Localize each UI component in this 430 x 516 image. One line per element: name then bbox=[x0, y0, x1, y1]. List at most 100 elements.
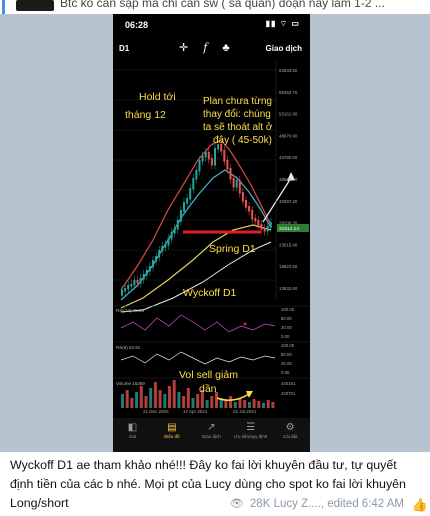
nav-label: Biểu đồ bbox=[164, 434, 180, 439]
nav-item-chart[interactable]: ▤ Biểu đồ bbox=[152, 422, 191, 439]
nav-label: Giá bbox=[128, 434, 136, 439]
plan-annotation-line: thay đổi: chúng bbox=[203, 108, 271, 120]
date-axis: 21 Dec 2020 17 Apr 2021 22 Jul 2021 bbox=[143, 409, 257, 414]
candle-body bbox=[161, 246, 164, 252]
rsi2-axis: 100.00 80.00 20.00 0.00 bbox=[281, 343, 295, 375]
vol-annotation-1: Vol sell giảm bbox=[179, 369, 238, 381]
volume-bar bbox=[125, 390, 129, 408]
volume-bar bbox=[210, 396, 214, 408]
volume-bar bbox=[158, 390, 162, 408]
nav-item-list[interactable]: ☰ Ưu tiên/quy định bbox=[231, 422, 270, 439]
vol-annotation-2: dần bbox=[199, 383, 217, 395]
candle-body bbox=[245, 200, 247, 208]
axis-tick: 80.00 bbox=[281, 316, 292, 321]
volume-bar bbox=[121, 394, 124, 408]
volume-bar bbox=[149, 388, 153, 408]
candle-body bbox=[214, 148, 216, 166]
volume-bar bbox=[229, 396, 233, 408]
candle-body bbox=[121, 290, 123, 296]
trade-link[interactable]: Giao dịch bbox=[266, 44, 302, 53]
axis-tick: 20.00 bbox=[281, 361, 292, 366]
volume-axis: 440161 220701 bbox=[281, 381, 296, 396]
axis-tick: 220701 bbox=[281, 391, 296, 396]
volume-bar bbox=[224, 400, 228, 408]
chart-icon: ▤ bbox=[167, 422, 177, 433]
candle-body bbox=[167, 238, 170, 246]
rsi2-label: RS(6) 52.91 bbox=[116, 345, 141, 350]
candle-body bbox=[266, 226, 269, 232]
volume-bar bbox=[196, 394, 200, 408]
crosshair-icon[interactable]: ✛ bbox=[179, 42, 188, 54]
chart-toolbar: D1 ✛ f ♣ Giao dịch bbox=[113, 36, 310, 58]
views-count: 28K bbox=[249, 498, 271, 510]
svg-text:Hold tới tháng 12: Hold tới tháng 12 bbox=[125, 91, 179, 121]
volume-bar bbox=[233, 402, 237, 408]
price-tick: 38589.10 bbox=[279, 177, 298, 182]
candle-body bbox=[139, 278, 142, 284]
price-tick: 48970.90 bbox=[279, 133, 298, 138]
indicator-icon[interactable]: ♣ bbox=[222, 42, 229, 54]
price-chart[interactable]: 63543.60 58352.70 53161.80 48970.90 43780.00… bbox=[113, 60, 310, 414]
rsi2-line bbox=[120, 351, 276, 365]
price-tick: 43780.00 bbox=[279, 155, 298, 160]
candle-body bbox=[179, 210, 182, 222]
views-icon: 👁 bbox=[229, 498, 244, 510]
price-tick: 13632.60 bbox=[279, 286, 298, 291]
volume-bar bbox=[205, 400, 209, 408]
rsi-line bbox=[120, 314, 276, 333]
candle-body bbox=[133, 280, 136, 286]
ma-line-1 bbox=[120, 139, 272, 291]
candle-body bbox=[251, 210, 254, 220]
settings-icon: ⚙ bbox=[285, 422, 295, 433]
reply-thumbnail bbox=[16, 0, 54, 11]
date-tick: 21 Dec 2020 bbox=[143, 409, 169, 414]
candle-body bbox=[238, 180, 241, 194]
timeframe-selector[interactable]: D1 bbox=[119, 44, 129, 53]
candle-body bbox=[201, 156, 204, 162]
axis-tick: 440161 bbox=[281, 381, 296, 386]
axis-tick: 0.00 bbox=[281, 334, 290, 339]
reaction-icon[interactable]: 👍 bbox=[412, 497, 428, 513]
trade-icon: ↗ bbox=[207, 422, 216, 433]
nav-item-trade[interactable]: ↗ Giao dịch bbox=[192, 422, 231, 439]
nav-label: Cài đặt bbox=[282, 434, 298, 439]
chart-canvas: 63543.60 58352.70 53161.80 48970.90 43780.00… bbox=[113, 60, 310, 414]
candle-body bbox=[130, 284, 133, 287]
volume-bar bbox=[186, 388, 190, 408]
rsi-label: RSI(14) 48.35 bbox=[116, 308, 145, 313]
volume-bar bbox=[191, 398, 195, 408]
hold-annotation-2: tháng 12 bbox=[125, 109, 166, 121]
candle-body bbox=[223, 150, 226, 162]
plan-annotation-line: đây ( 45-50k) bbox=[213, 135, 272, 146]
volume-bar bbox=[135, 392, 139, 408]
price-tick: 53161.80 bbox=[279, 112, 298, 117]
volume-bar bbox=[153, 382, 157, 408]
candle-body bbox=[269, 222, 272, 228]
volume-bar bbox=[252, 399, 256, 408]
vol-decrease-arrow bbox=[216, 393, 250, 402]
candle-body bbox=[189, 188, 192, 200]
volume-bar bbox=[130, 398, 134, 408]
nav-item-settings[interactable]: ⚙ Cài đặt bbox=[271, 422, 310, 439]
candle-body bbox=[248, 206, 251, 212]
candle-body bbox=[257, 220, 260, 226]
nav-item-price[interactable]: ◧ Giá bbox=[113, 422, 152, 439]
function-icon[interactable]: f bbox=[203, 41, 207, 54]
axis-tick: 100.00 bbox=[281, 343, 295, 348]
volume-bar bbox=[163, 394, 167, 408]
volume-bar bbox=[182, 396, 186, 408]
list-icon: ☰ bbox=[246, 422, 256, 433]
volume-bar bbox=[257, 401, 261, 408]
candle-body bbox=[142, 274, 145, 280]
reply-accent-bar bbox=[2, 0, 5, 14]
candle-body bbox=[183, 202, 185, 212]
candle-body bbox=[176, 220, 179, 230]
axis-tick: 0.00 bbox=[281, 370, 290, 375]
candle-body bbox=[152, 260, 154, 268]
reply-preview[interactable]: Btc ko cần sập mà chỉ cần sw ( sá quần) … bbox=[0, 0, 430, 14]
bottom-nav: ◧ Giá ▤ Biểu đồ ↗ Giao dịch ☰ Ưu tiên/quy định ⚙… bbox=[113, 418, 310, 452]
nav-label: Giao dịch bbox=[201, 434, 221, 439]
volume-bar bbox=[139, 386, 143, 408]
nav-label: Ưu tiên/quy định bbox=[234, 434, 268, 439]
spring-annotation: Spring D1 bbox=[209, 243, 256, 255]
